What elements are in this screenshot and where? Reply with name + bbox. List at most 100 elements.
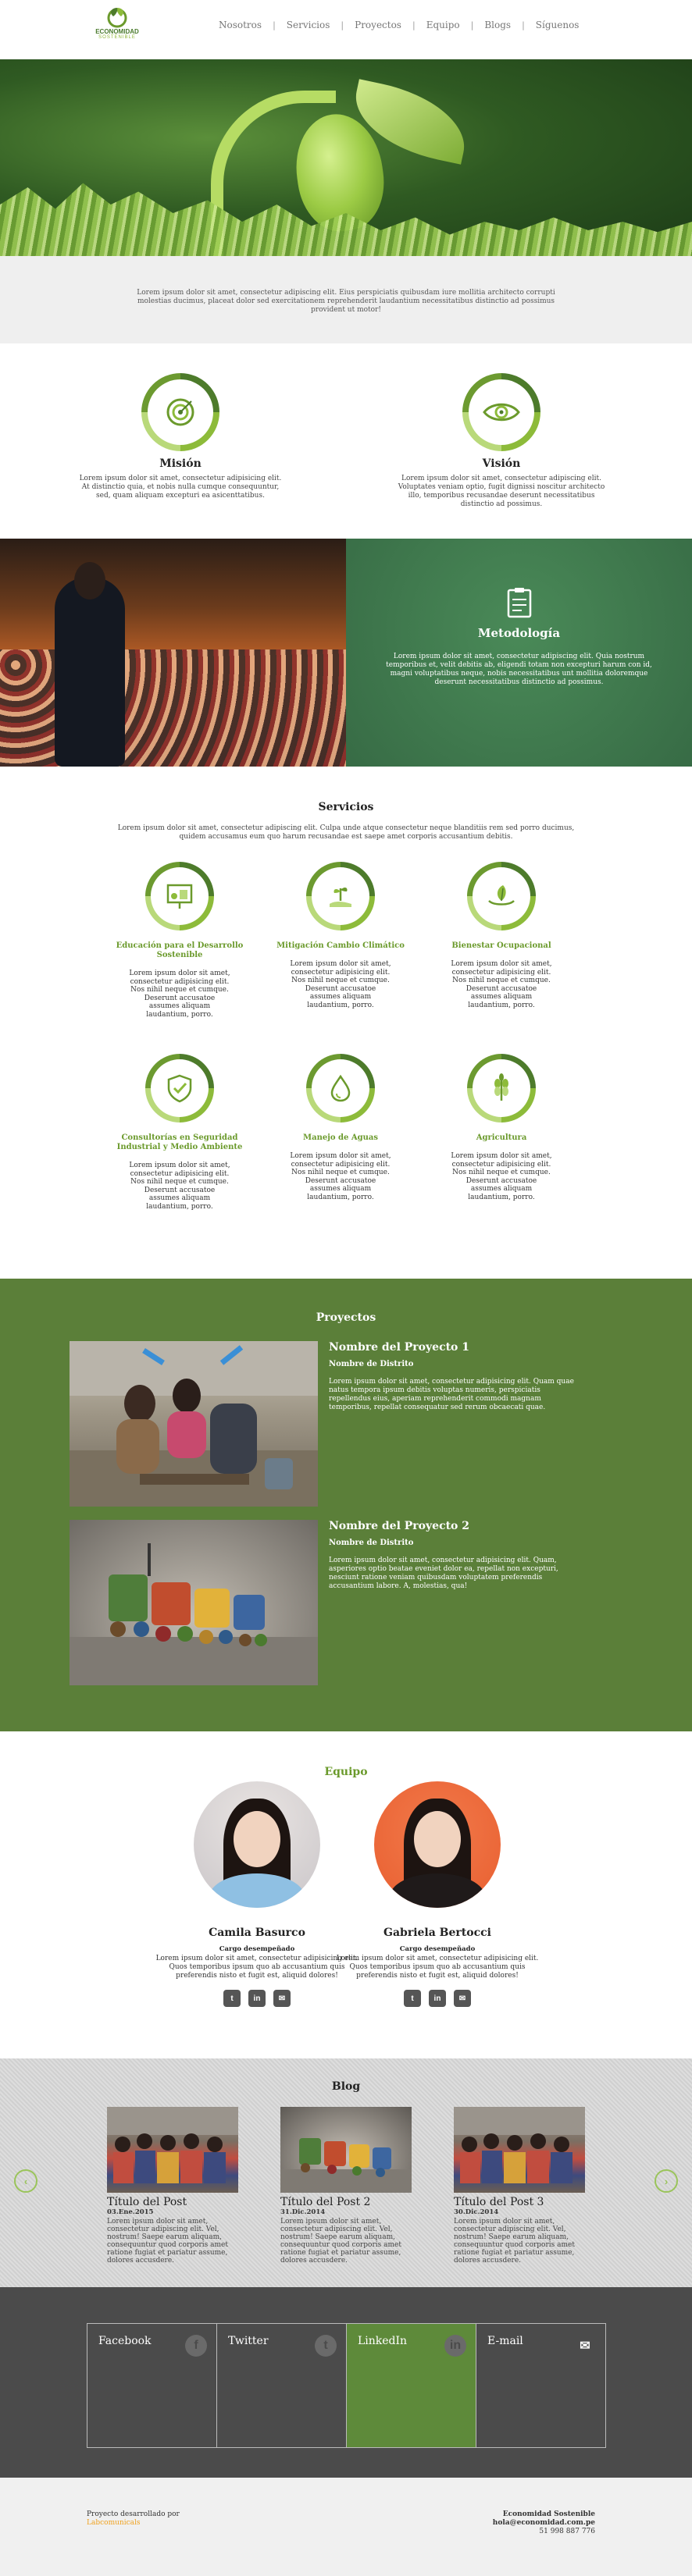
contact-phone: 51 998 887 776 (539, 2528, 595, 2535)
tile-label: LinkedIn (358, 2335, 408, 2347)
project-2-photo[interactable] (70, 1520, 318, 1685)
chevron-right-icon[interactable]: › (655, 2169, 678, 2193)
tile-label: E-mail (487, 2335, 523, 2347)
post-title[interactable]: Título del Post 2 (280, 2196, 412, 2208)
project-1-info: Nombre del Proyecto 1 Nombre de Distrito… (329, 1341, 579, 1412)
nav-equipo[interactable]: Equipo (416, 20, 471, 30)
service-card[interactable]: Manejo de Aguas Lorem ipsum dolor sit am… (266, 1054, 415, 1201)
project-title[interactable]: Nombre del Proyecto 1 (329, 1341, 579, 1354)
service-text: Lorem ipsum dolor sit amet, consectetur … (129, 970, 230, 1019)
linkedin-icon[interactable]: in (248, 1990, 266, 2007)
mission-text: Lorem ipsum dolor sit amet, consectetur … (79, 475, 282, 500)
post-title[interactable]: Título del Post (107, 2196, 238, 2208)
project-title[interactable]: Nombre del Proyecto 2 (329, 1520, 579, 1532)
nav-blogs[interactable]: Blogs (473, 20, 522, 30)
service-card[interactable]: Agricultura Lorem ipsum dolor sit amet, … (427, 1054, 576, 1201)
service-text: Lorem ipsum dolor sit amet, consectetur … (290, 960, 391, 1009)
team-title: Equipo (324, 1766, 368, 1778)
team-member: Gabriela Bertocci Cargo desempeñado Lore… (320, 1781, 555, 2007)
member-role: Cargo desempeñado (399, 1945, 476, 1953)
post-date: 03.Ene.2015 (107, 2208, 154, 2216)
target-icon (141, 373, 219, 451)
mail-icon: ✉ (580, 2339, 590, 2353)
logo[interactable]: ECONOMIDAD SOSTENIBLE (90, 5, 144, 53)
social-tile-linkedin[interactable]: LinkedIn in (347, 2324, 476, 2447)
blog-title: Blog (331, 2080, 361, 2093)
service-card[interactable]: Educación para el Desarrollo Sostenible … (105, 862, 254, 1019)
presentation-icon (145, 862, 214, 930)
credit-prefix: Proyecto desarrollado por (87, 2510, 180, 2518)
blog-post[interactable]: Título del Post 03.Ene.2015 Lorem ipsum … (107, 2107, 238, 2265)
twitter-icon[interactable]: t (223, 1990, 241, 2007)
member-name: Gabriela Bertocci (383, 1927, 491, 1939)
nav-proyectos[interactable]: Proyectos (344, 20, 412, 30)
mail-icon[interactable]: ✉ (273, 1990, 291, 2007)
service-name: Mitigación Cambio Climático (276, 941, 405, 950)
blog-post[interactable]: Título del Post 3 30.Dic.2014 Lorem ipsu… (454, 2107, 585, 2265)
intro-text: Lorem ipsum dolor sit amet, consectetur … (137, 289, 555, 314)
intro-section: Lorem ipsum dolor sit amet, consectetur … (0, 256, 692, 343)
service-card[interactable]: Bienestar Ocupacional Lorem ipsum dolor … (427, 862, 576, 1009)
service-ring (467, 862, 536, 930)
twitter-icon: t (315, 2335, 337, 2357)
mission-ring (141, 373, 219, 451)
service-name: Bienestar Ocupacional (451, 941, 551, 950)
social-tile-facebook[interactable]: Facebook f (87, 2324, 217, 2447)
mail-icon[interactable]: ✉ (454, 1990, 471, 2007)
mission-title: Misión (159, 457, 202, 470)
brand-sub: SOSTENIBLE (98, 35, 136, 40)
post-excerpt: Lorem ipsum dolor sit amet, consectetur … (280, 2218, 401, 2265)
post-thumbnail[interactable] (107, 2107, 238, 2193)
avatar-face (234, 1811, 280, 1867)
eye-icon (462, 373, 540, 451)
project-text: Lorem ipsum dolor sit amet, consectetur … (329, 1557, 558, 1590)
post-thumbnail[interactable] (454, 2107, 585, 2193)
social-tiles: Facebook f Twitter t LinkedIn in E-mail … (87, 2323, 606, 2448)
credits: Proyecto desarrollado por Labcomunicals (87, 2510, 180, 2528)
projects-title: Proyectos (316, 1311, 376, 1324)
vision-title: Visión (482, 457, 521, 470)
nav-siguenos[interactable]: Síguenos (525, 20, 590, 30)
org-name: Economidad Sostenible (502, 2510, 595, 2518)
project-1-photo[interactable] (70, 1341, 318, 1507)
project-district: Nombre de Distrito (329, 1539, 414, 1547)
tile-label: Facebook (98, 2335, 152, 2347)
post-title[interactable]: Título del Post 3 (454, 2196, 585, 2208)
post-thumbnail[interactable] (280, 2107, 412, 2193)
linkedin-icon[interactable]: in (429, 1990, 446, 2007)
linkedin-icon: in (444, 2335, 466, 2357)
service-ring (306, 1054, 375, 1123)
blog-post[interactable]: Título del Post 2 31.Dic.2014 Lorem ipsu… (280, 2107, 412, 2265)
speaker-head (74, 562, 105, 600)
logo-leaf-icon (102, 5, 132, 28)
project-2-info: Nombre del Proyecto 2 Nombre de Distrito… (329, 1520, 579, 1591)
member-socials: t in ✉ (320, 1990, 555, 2007)
service-ring (145, 862, 214, 930)
contact-email[interactable]: hola@economidad.com.pe (493, 2519, 595, 2528)
chevron-left-icon[interactable]: ‹ (14, 2169, 37, 2193)
nav-nosotros[interactable]: Nosotros (208, 20, 273, 30)
vision-text: Lorem ipsum dolor sit amet, consectetur … (398, 475, 605, 508)
service-card[interactable]: Mitigación Cambio Climático Lorem ipsum … (266, 862, 415, 1009)
service-name: Educación para el Desarrollo Sostenible (116, 941, 244, 959)
service-card[interactable]: Consultorías en Seguridad Industrial y M… (105, 1054, 254, 1211)
hands-leaf-icon (467, 862, 536, 930)
member-bio: Lorem ipsum dolor sit amet, consectetur … (336, 1955, 539, 1980)
methodology-title: Metodología (477, 626, 561, 640)
twitter-icon[interactable]: t (404, 1990, 421, 2007)
service-name: Agricultura (476, 1133, 527, 1142)
social-tile-email[interactable]: E-mail ✉ (476, 2324, 605, 2447)
project-text: Lorem ipsum dolor sit amet, consectetur … (329, 1378, 574, 1411)
facebook-icon: f (185, 2335, 207, 2357)
tile-label: Twitter (228, 2335, 269, 2347)
service-ring (145, 1054, 214, 1123)
brand-name: ECONOMIDAD (95, 28, 139, 35)
service-name: Consultorías en Seguridad Industrial y M… (116, 1133, 243, 1151)
credit-link[interactable]: Labcomunicals (87, 2519, 180, 2528)
nav-servicios[interactable]: Servicios (276, 20, 341, 30)
social-tile-twitter[interactable]: Twitter t (217, 2324, 347, 2447)
site-footer: Proyecto desarrollado por Labcomunicals … (0, 2478, 692, 2576)
speaker (55, 578, 125, 767)
site-header: ECONOMIDAD SOSTENIBLE Nosotros | Servici… (0, 0, 692, 59)
avatar (374, 1781, 501, 1908)
